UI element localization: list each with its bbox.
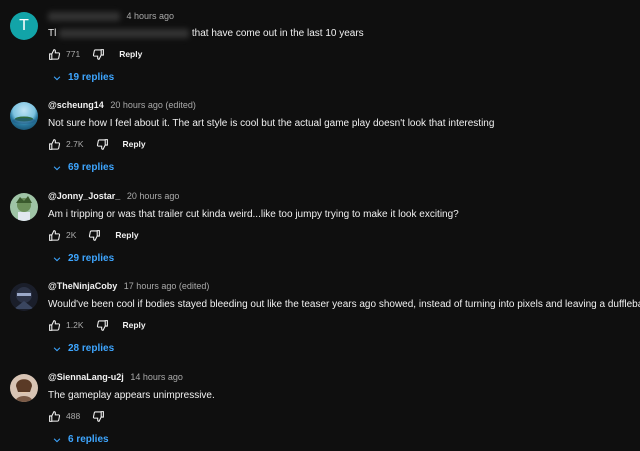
- person-avatar-image: [15, 379, 33, 402]
- avatar[interactable]: T: [10, 12, 38, 40]
- island-avatar-image: [12, 116, 36, 124]
- comment-thread: T 4 hours ago Tl that have come out in t…: [0, 10, 640, 90]
- comment-thread: @scheung14 20 hours ago (edited) Not sur…: [0, 100, 640, 180]
- thumbs-up-icon: [49, 410, 61, 422]
- like-button[interactable]: 2.7K: [48, 138, 96, 151]
- reply-button[interactable]: Reply: [119, 49, 142, 59]
- replies-count: 69 replies: [68, 162, 115, 173]
- comment-text: Tl that have come out in the last 10 yea…: [48, 28, 364, 39]
- comment-time[interactable]: 20 hours ago: [127, 191, 180, 201]
- like-count: 2K: [66, 230, 77, 240]
- comment-author[interactable]: @SiennaLang-u2j: [48, 372, 124, 382]
- chevron-down-icon: [53, 75, 61, 80]
- thumbs-down-icon: [93, 48, 105, 60]
- comment-text-end: that have come out in the last 10 years: [191, 28, 364, 39]
- comment-header: @scheung14 20 hours ago (edited): [48, 100, 196, 110]
- like-button[interactable]: 1.2K: [48, 319, 96, 332]
- comment-header: @TheNinjaCoby 17 hours ago (edited): [48, 281, 209, 291]
- avatar[interactable]: [10, 283, 38, 311]
- thumbs-up-icon: [49, 138, 61, 150]
- comment-author[interactable]: @scheung14: [48, 100, 104, 110]
- like-count: 1.2K: [66, 320, 84, 330]
- chevron-down-icon: [53, 165, 61, 170]
- comment-text: Am i tripping or was that trailer cut ki…: [48, 209, 459, 220]
- dislike-button[interactable]: [96, 138, 109, 151]
- dislike-button[interactable]: [92, 48, 105, 61]
- view-replies-button[interactable]: 6 replies: [52, 434, 109, 445]
- chevron-down-icon: [53, 346, 61, 351]
- avatar-letter: T: [19, 17, 29, 34]
- comment-actions: 2.7K Reply: [48, 137, 146, 151]
- replies-count: 29 replies: [68, 253, 115, 264]
- like-button[interactable]: 488: [48, 410, 92, 423]
- comment-thread: @TheNinjaCoby 17 hours ago (edited) Woul…: [0, 281, 640, 361]
- comment-time[interactable]: 17 hours ago (edited): [124, 281, 210, 291]
- comment-time[interactable]: 14 hours ago: [130, 372, 183, 382]
- comment-time[interactable]: 20 hours ago (edited): [110, 100, 196, 110]
- dislike-button[interactable]: [88, 229, 101, 242]
- comment-thread: @Jonny_Jostar_ 20 hours ago Am i trippin…: [0, 191, 640, 271]
- reply-button[interactable]: Reply: [115, 230, 138, 240]
- dislike-button[interactable]: [96, 319, 109, 332]
- view-replies-button[interactable]: 28 replies: [52, 343, 114, 354]
- avatar[interactable]: [10, 102, 38, 130]
- comment-author-blurred[interactable]: [48, 12, 120, 22]
- avatar[interactable]: [10, 193, 38, 221]
- thumbs-up-icon: [49, 319, 61, 331]
- character-avatar-image: [16, 196, 32, 221]
- comment-actions: 1.2K Reply: [48, 318, 146, 332]
- view-replies-button[interactable]: 69 replies: [52, 162, 114, 173]
- replies-count: 6 replies: [68, 434, 109, 445]
- comment-header: @Jonny_Jostar_ 20 hours ago: [48, 191, 179, 201]
- dislike-button[interactable]: [92, 410, 105, 423]
- comment-header: 4 hours ago: [48, 11, 175, 22]
- replies-count: 19 replies: [68, 72, 115, 83]
- comment-author[interactable]: @TheNinjaCoby: [48, 281, 117, 291]
- thumbs-down-icon: [96, 138, 108, 150]
- like-count: 2.7K: [66, 139, 84, 149]
- comment-text: Not sure how I feel about it. The art st…: [48, 118, 495, 129]
- redacted-text: [59, 28, 190, 38]
- comment-text: Would've been cool if bodies stayed blee…: [48, 299, 640, 310]
- comment-time[interactable]: 4 hours ago: [127, 11, 175, 21]
- like-count: 488: [66, 411, 81, 421]
- chevron-down-icon: [53, 437, 61, 442]
- comment-text-start: Tl: [48, 28, 57, 39]
- thumbs-up-icon: [49, 48, 61, 60]
- thumbs-down-icon: [89, 229, 101, 241]
- like-button[interactable]: 2K: [48, 229, 88, 242]
- reply-button[interactable]: Reply: [123, 139, 146, 149]
- avatar[interactable]: [10, 374, 38, 402]
- comment-header: @SiennaLang-u2j 14 hours ago: [48, 372, 183, 382]
- ninja-avatar-image: [14, 287, 34, 309]
- like-count: 771: [66, 49, 81, 59]
- comment-actions: 2K Reply: [48, 228, 139, 242]
- comment-actions: 771 Reply: [48, 47, 142, 61]
- comment-author[interactable]: @Jonny_Jostar_: [48, 191, 120, 201]
- view-replies-button[interactable]: 19 replies: [52, 72, 114, 83]
- replies-count: 28 replies: [68, 343, 115, 354]
- like-button[interactable]: 771: [48, 48, 92, 61]
- thumbs-up-icon: [49, 229, 61, 241]
- chevron-down-icon: [53, 256, 61, 261]
- thumbs-down-icon: [96, 319, 108, 331]
- reply-button[interactable]: Reply: [123, 320, 146, 330]
- comment-thread: @SiennaLang-u2j 14 hours ago The gamepla…: [0, 372, 640, 451]
- view-replies-button[interactable]: 29 replies: [52, 253, 114, 264]
- comment-actions: 488: [48, 409, 105, 423]
- comment-text: The gameplay appears unimpressive.: [48, 390, 215, 401]
- thumbs-down-icon: [93, 410, 105, 422]
